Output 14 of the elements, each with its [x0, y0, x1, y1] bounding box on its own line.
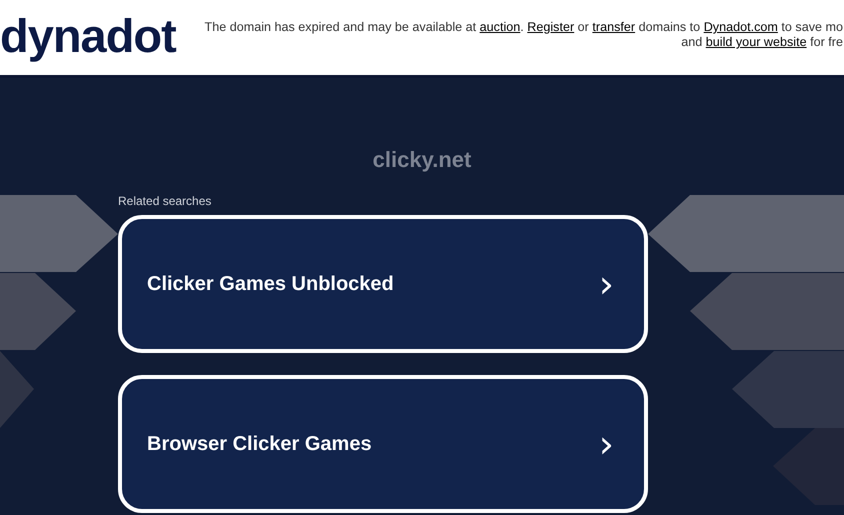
- related-searches-label: Related searches: [118, 194, 212, 208]
- search-link-card[interactable]: Clicker Games Unblocked ›: [118, 215, 648, 353]
- expired-notice: and build your website for fre: [681, 35, 843, 50]
- notice-link[interactable]: build your website: [706, 35, 807, 49]
- notice-link[interactable]: Register: [527, 20, 574, 34]
- logo[interactable]: dynadot: [0, 6, 176, 66]
- notice-link[interactable]: auction: [480, 20, 520, 34]
- domain-name: clicky.net: [372, 146, 472, 174]
- notice-link[interactable]: transfer: [592, 20, 636, 34]
- chevron-icon: ›: [598, 425, 614, 463]
- search-link-card[interactable]: Browser Clicker Games ›: [118, 375, 648, 513]
- chevron-icon: ›: [598, 265, 614, 303]
- notice-link[interactable]: Dynadot.com: [704, 20, 778, 34]
- expired-notice: The domain has expired and may be available at auction. Register or transfer domains to Dynadot.com to save mo: [204, 20, 843, 35]
